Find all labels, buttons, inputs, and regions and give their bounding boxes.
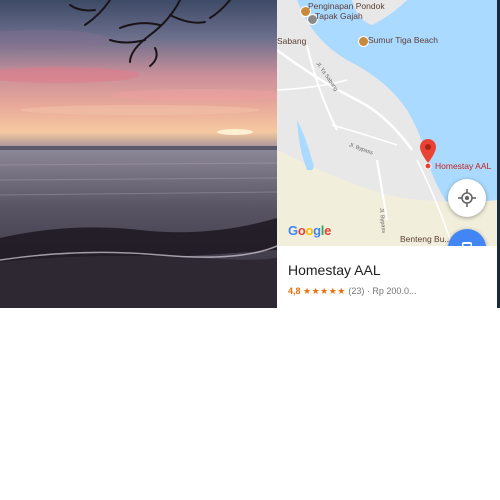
star-rating: ★★★★★ [303, 286, 346, 296]
price-text: · Rp 200.0... [366, 286, 417, 296]
my-location-button[interactable] [448, 179, 486, 217]
place-info-sheet[interactable]: Homestay AAL 4,8 ★★★★★ (23) · Rp 200.0..… [277, 246, 500, 308]
map-pin-icon[interactable] [420, 139, 436, 169]
sunset-beach-photo [0, 0, 277, 308]
review-count[interactable]: (23) [348, 286, 364, 296]
rating-value: 4,8 [288, 286, 301, 296]
google-logo: Google [288, 223, 331, 238]
poi-benteng-label[interactable]: Benteng Bu... [400, 235, 452, 244]
crosshair-icon [458, 189, 476, 207]
google-logo-letter: o [305, 223, 314, 238]
google-logo-letter: g [313, 223, 321, 238]
poi-penginapan-label[interactable]: Penginapan Pondok [308, 2, 385, 11]
google-logo-letter: G [288, 223, 298, 238]
photo-graphic [0, 0, 277, 308]
marker-label[interactable]: Homestay AAL [435, 162, 491, 171]
place-meta-row: 4,8 ★★★★★ (23) · Rp 200.0... [288, 286, 416, 297]
poi-sabang-label[interactable]: Sabang [277, 37, 306, 46]
poi-penginapan-label-line2[interactable]: Tapak Gajah [315, 12, 363, 21]
place-title[interactable]: Homestay AAL [288, 262, 381, 278]
poi-sumur-tiga-label[interactable]: Sumur Tiga Beach [368, 36, 438, 45]
google-logo-letter: e [324, 223, 332, 238]
map-card[interactable]: Penginapan Pondok Tapak Gajah Sumur Tiga… [277, 0, 500, 308]
